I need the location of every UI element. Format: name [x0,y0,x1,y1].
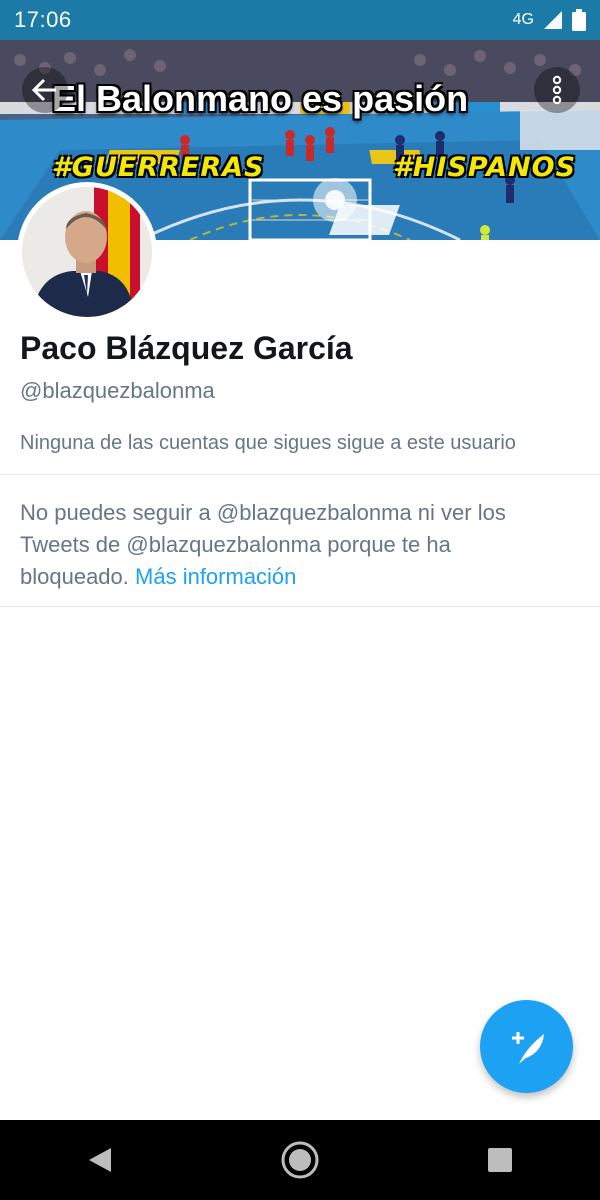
profile-name: Paco Blázquez García [20,330,353,366]
banner-tag-hispanos: #HISPANOS [393,152,577,183]
more-info-link[interactable]: Más información [135,564,296,589]
battery-icon [572,9,586,31]
profile-handle: @blazquezbalonma [20,378,215,403]
more-options-button[interactable] [534,67,580,113]
status-bar: 17:06 4G [0,0,600,40]
signal-icon [544,11,562,29]
divider [0,606,600,607]
followers-you-know-note: Ninguna de las cuentas que sigues sigue … [20,432,516,454]
nav-back-button[interactable] [70,1130,130,1190]
status-time: 17:06 [14,7,72,32]
banner-title: El Balonmano es pasión [52,78,469,119]
blocked-notice: No puedes seguir a @blazquezbalonma ni v… [20,497,540,593]
banner-tag-guerreras: #GUERRERAS [52,152,265,183]
status-indicators: 4G [513,9,586,31]
profile-avatar[interactable] [17,182,157,322]
back-button[interactable] [22,67,68,113]
nav-recents-button[interactable] [470,1130,530,1190]
nav-home-icon [281,1141,319,1179]
nav-home-button[interactable] [270,1130,330,1190]
avatar-image [22,187,152,317]
nav-back-icon [89,1148,111,1172]
nav-recents-icon [488,1148,512,1172]
divider [0,474,600,475]
compose-tweet-button[interactable] [480,1000,573,1093]
system-navigation-bar [0,1120,600,1200]
back-arrow-icon [31,78,56,102]
avatar-photo [22,187,152,317]
network-type: 4G [512,11,534,28]
more-vertical-icon [552,75,562,105]
compose-tweet-icon [511,1031,544,1064]
